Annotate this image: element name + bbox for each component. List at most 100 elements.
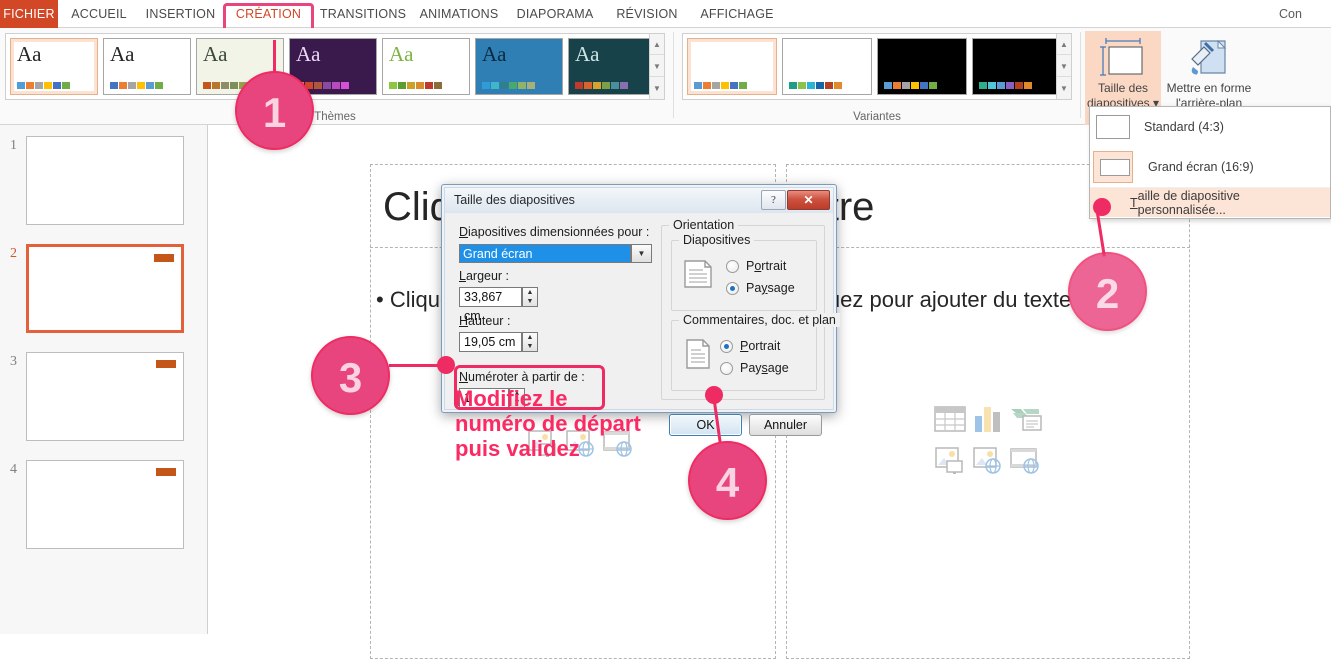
chevron-down-icon[interactable]: ▼ — [631, 244, 652, 263]
variants-scroll-up-icon[interactable]: ▲ — [1057, 34, 1071, 55]
themes-scrollbar[interactable]: ▲ ▼ ▼ — [649, 34, 664, 99]
thumbnail-image-4[interactable] — [26, 460, 184, 549]
variants-scroll-down-icon[interactable]: ▼ — [1057, 56, 1071, 77]
close-icon[interactable]: ✕ — [787, 190, 830, 210]
tab-affichage[interactable]: AFFICHAGE — [692, 0, 782, 28]
width-stepper-up-icon[interactable]: ▲ — [523, 288, 537, 297]
title-divider-right — [786, 247, 1190, 248]
slide-size-dialog[interactable]: Taille des diapositives ? ✕ Diapositives… — [441, 184, 840, 436]
tab-insertion[interactable]: INSERTION — [138, 0, 223, 28]
theme-color-swatches — [389, 82, 442, 89]
menu-item-widescreen[interactable]: Grand écran (16:9) — [1090, 147, 1330, 187]
tab-creation[interactable]: CRÉATION — [227, 0, 310, 28]
theme-color-swatches — [575, 82, 628, 89]
theme-thumb-0[interactable]: Aa — [10, 38, 98, 95]
variant-thumb-3[interactable] — [972, 38, 1062, 95]
annotation-line-1: Modifiez le — [455, 386, 568, 411]
format-background-icon — [1187, 37, 1231, 79]
variant-color-swatches — [979, 82, 1032, 89]
tab-fichier[interactable]: FICHIER — [0, 0, 58, 28]
radio-notes-portrait-label[interactable]: Portrait — [740, 339, 780, 353]
variant-thumb-0[interactable] — [687, 38, 777, 95]
width-input[interactable]: 33,867 cm — [459, 287, 522, 323]
custom-size-label: aille de diapositive personnalisée... — [1137, 188, 1240, 217]
tab-transitions[interactable]: TRANSITIONS — [316, 0, 410, 28]
themes-scroll-down-icon[interactable]: ▼ — [650, 56, 664, 77]
themes-gallery[interactable]: Aa Aa Aa Aa Aa Aa Aa ▲ ▼ ▼ — [5, 33, 665, 100]
radio-slides-landscape[interactable] — [726, 282, 739, 295]
leader-dot-2 — [1093, 198, 1111, 216]
menu-item-standard[interactable]: Standard (4:3) — [1090, 107, 1330, 147]
chart-icon[interactable] — [971, 403, 1005, 437]
dialog-inner-frame: Taille des diapositives ? ✕ Diapositives… — [444, 187, 840, 436]
slide-size-label-line1: Taille des — [1097, 81, 1149, 95]
video-icon[interactable] — [1009, 445, 1043, 479]
sized-for-label: Diapositives dimensionnées pour : — [459, 225, 649, 239]
tab-accueil[interactable]: ACCUEIL — [64, 0, 134, 28]
radio-notes-landscape-label[interactable]: Paysage — [740, 361, 789, 375]
standard-ratio-icon — [1096, 115, 1130, 139]
table-icon[interactable] — [933, 403, 967, 437]
width-stepper[interactable]: ▲ ▼ — [522, 287, 538, 307]
radio-notes-portrait[interactable] — [720, 340, 733, 353]
slide-thumbnail-pane[interactable]: 1 2 3 4 — [0, 125, 208, 634]
annotation-badge-2: 2 — [1068, 252, 1147, 331]
theme-thumb-4[interactable]: Aa — [382, 38, 470, 95]
radio-slides-portrait[interactable] — [726, 260, 739, 273]
picture-icon[interactable] — [933, 445, 967, 479]
annotation-line-2: numéro de départ — [455, 411, 641, 436]
slide-size-dropdown-menu[interactable]: Standard (4:3) Grand écran (16:9) Taille… — [1089, 106, 1331, 219]
numbering-label: Numéroter à partir de : — [459, 370, 585, 384]
width-stepper-down-icon[interactable]: ▼ — [523, 297, 537, 306]
numbering-accel: N — [459, 370, 469, 384]
theme-color-swatches — [110, 82, 163, 89]
sized-for-label-rest: iapositives dimensionnées pour : — [468, 225, 650, 239]
variants-gallery[interactable]: ▲ ▼ ▼ — [682, 33, 1072, 100]
cancel-button[interactable]: Annuler — [749, 414, 822, 436]
thumbnail-image-3[interactable] — [26, 352, 184, 441]
tab-diaporama[interactable]: DIAPORAMA — [510, 0, 600, 28]
variant-thumb-1[interactable] — [782, 38, 872, 95]
theme-color-swatches — [17, 82, 70, 89]
leader-dot-3 — [437, 356, 455, 374]
theme-thumb-5[interactable]: Aa — [475, 38, 563, 95]
variants-group-label: Variantes — [853, 111, 901, 123]
sized-for-accel: D — [459, 225, 469, 239]
radio-slides-portrait-label[interactable]: Portrait — [746, 259, 786, 273]
variant-color-swatches — [884, 82, 937, 89]
nl-post: age — [767, 361, 789, 375]
smartart-icon[interactable] — [1009, 403, 1043, 437]
orientation-group: Orientation Diapositives Portrait Paysag… — [661, 218, 840, 400]
thumbnail-number-3: 3 — [10, 354, 17, 369]
slides-orientation-legend: Diapositives — [679, 233, 755, 247]
tab-animations[interactable]: ANIMATIONS — [414, 0, 504, 28]
thumbnail-image-2[interactable] — [26, 244, 184, 333]
radio-notes-landscape[interactable] — [720, 362, 733, 375]
height-input[interactable]: 19,05 cm — [459, 332, 522, 352]
width-accel: L — [459, 269, 466, 283]
help-icon[interactable]: ? — [761, 190, 786, 210]
dialog-title-bar: Taille des diapositives ? ✕ — [445, 188, 833, 213]
online-picture-icon[interactable] — [971, 445, 1005, 479]
height-stepper[interactable]: ▲ ▼ — [522, 332, 538, 352]
height-stepper-up-icon[interactable]: ▲ — [523, 333, 537, 342]
variants-scrollbar[interactable]: ▲ ▼ ▼ — [1056, 34, 1071, 99]
radio-slides-landscape-label[interactable]: Paysage — [746, 281, 795, 295]
account-label[interactable]: Con — [1279, 0, 1327, 28]
theme-thumb-1[interactable]: Aa — [103, 38, 191, 95]
annotation-badge-3: 3 — [311, 336, 390, 415]
theme-aa-sample: Aa — [110, 42, 135, 66]
variant-thumb-2[interactable] — [877, 38, 967, 95]
tab-revision[interactable]: RÉVISION — [608, 0, 686, 28]
menu-item-custom-size[interactable]: Taille de diapositive personnalisée... — [1090, 187, 1330, 217]
height-stepper-down-icon[interactable]: ▼ — [523, 342, 537, 351]
themes-more-icon[interactable]: ▼ — [650, 78, 664, 99]
themes-scroll-up-icon[interactable]: ▲ — [650, 34, 664, 55]
thumbnail-image-1[interactable] — [26, 136, 184, 225]
theme-thumb-6[interactable]: Aa — [568, 38, 656, 95]
content-placeholder-icons-right[interactable] — [933, 403, 1042, 483]
variants-more-icon[interactable]: ▼ — [1057, 78, 1071, 99]
sized-for-combobox[interactable]: Grand écran — [459, 244, 631, 263]
variant-color-swatches — [694, 82, 747, 89]
theme-aa-sample: Aa — [389, 42, 414, 66]
